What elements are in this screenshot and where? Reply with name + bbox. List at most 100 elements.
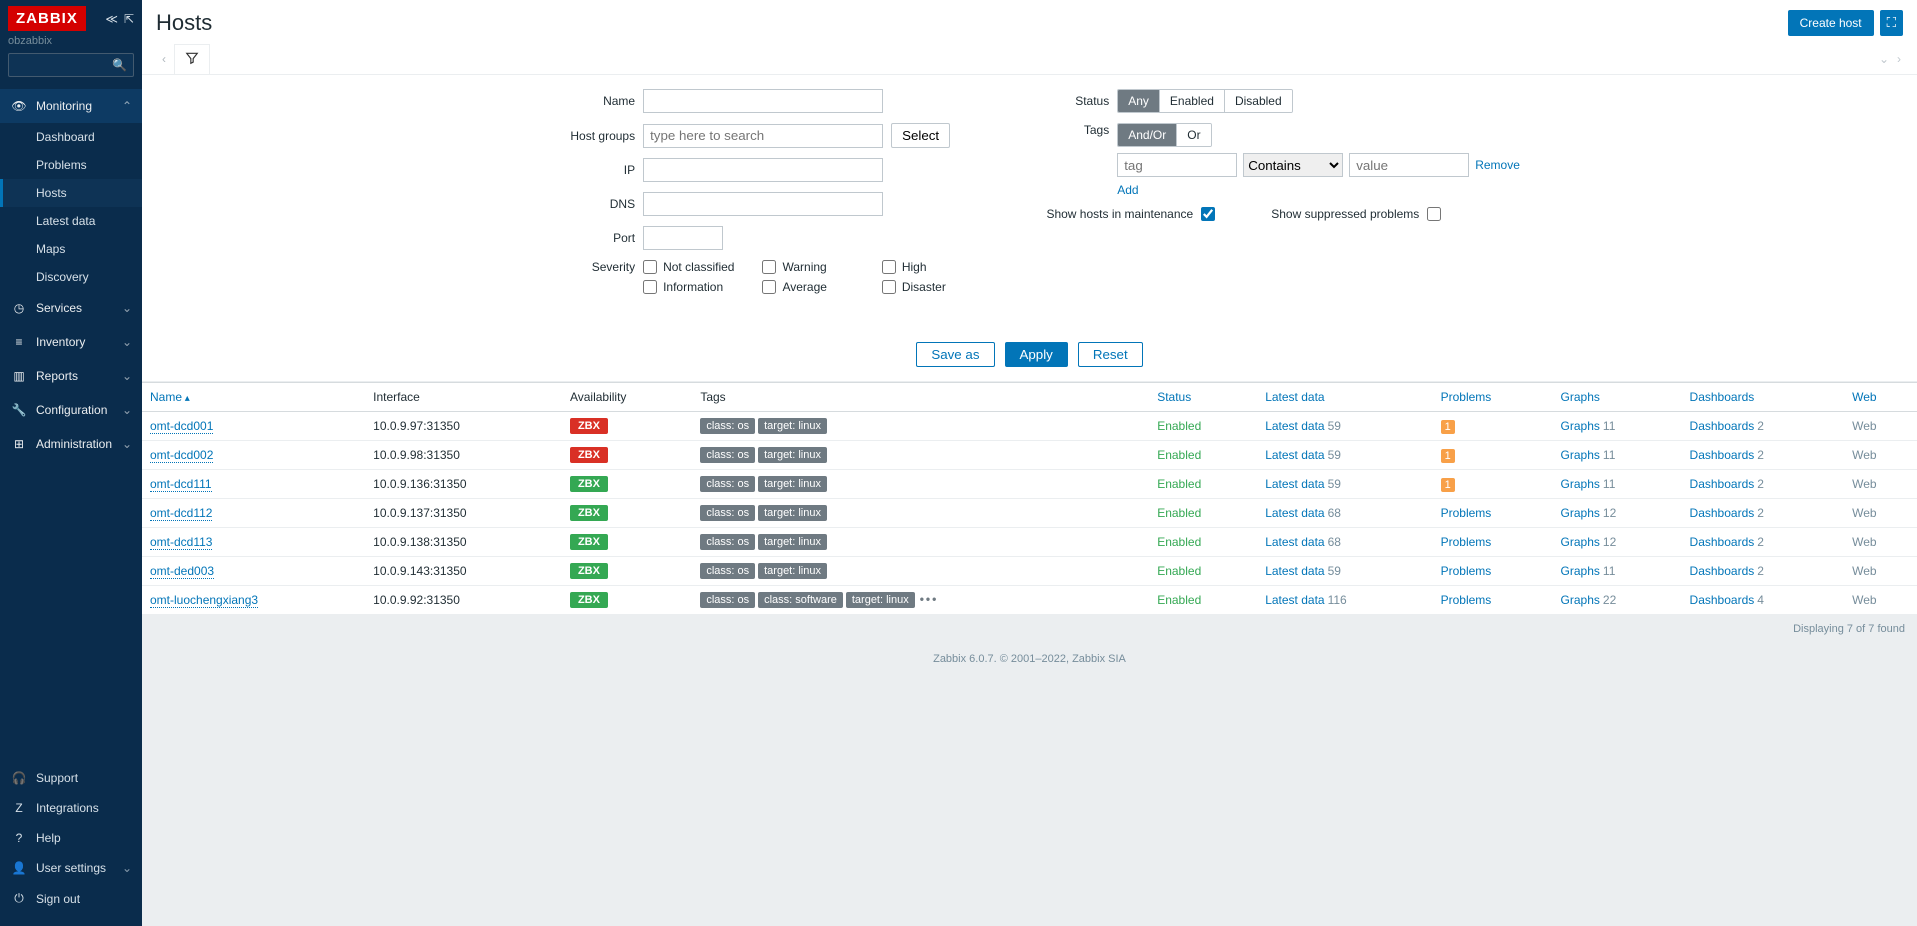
search-input[interactable] xyxy=(15,58,112,73)
latest-data-link[interactable]: Latest data xyxy=(1265,535,1324,549)
search-box[interactable]: 🔍 xyxy=(8,53,134,77)
tag-chip[interactable]: target: linux xyxy=(758,534,827,550)
filter-dns-input[interactable] xyxy=(643,192,883,216)
tag-chip[interactable]: class: os xyxy=(700,505,755,521)
tag-chip[interactable]: class: os xyxy=(700,563,755,579)
availability-badge[interactable]: ZBX xyxy=(570,418,608,434)
tag-chip[interactable]: target: linux xyxy=(758,505,827,521)
popout-icon[interactable]: ⇱ xyxy=(124,12,134,26)
nav-item-problems[interactable]: Problems xyxy=(0,151,142,179)
graphs-link[interactable]: Graphs xyxy=(1561,477,1600,491)
tags-logic-toggle[interactable]: And/OrOr xyxy=(1117,123,1211,147)
tag-chip[interactable]: target: linux xyxy=(758,563,827,579)
host-name-link[interactable]: omt-luochengxiang3 xyxy=(150,593,258,608)
host-name-link[interactable]: omt-dcd002 xyxy=(150,448,213,463)
problems-link[interactable]: Problems xyxy=(1441,564,1492,578)
nav-bottom-integrations[interactable]: ZIntegrations xyxy=(0,793,142,823)
availability-badge[interactable]: ZBX xyxy=(570,505,608,521)
nav-item-dashboard[interactable]: Dashboard xyxy=(0,123,142,151)
show-suppressed-checkbox[interactable] xyxy=(1427,207,1441,221)
dashboards-link[interactable]: Dashboards xyxy=(1690,564,1755,578)
graphs-link[interactable]: Graphs xyxy=(1561,506,1600,520)
filter-name-input[interactable] xyxy=(643,89,883,113)
severity-disaster-checkbox[interactable] xyxy=(882,280,896,294)
host-name-link[interactable]: omt-dcd001 xyxy=(150,419,213,434)
nav-group-services[interactable]: ◷Services⌄ xyxy=(0,291,142,325)
host-name-link[interactable]: omt-dcd113 xyxy=(150,535,212,550)
severity-high-checkbox[interactable] xyxy=(882,260,896,274)
severity-information-checkbox[interactable] xyxy=(643,280,657,294)
problems-link[interactable]: Problems xyxy=(1441,535,1492,549)
nav-group-administration[interactable]: ⊞Administration⌄ xyxy=(0,427,142,461)
graphs-link[interactable]: Graphs xyxy=(1561,593,1600,607)
graphs-link[interactable]: Graphs xyxy=(1561,564,1600,578)
nav-bottom-support[interactable]: 🎧Support xyxy=(0,763,142,793)
dashboards-link[interactable]: Dashboards xyxy=(1690,419,1755,433)
save-as-button[interactable]: Save as xyxy=(916,342,994,367)
dashboards-link[interactable]: Dashboards xyxy=(1690,506,1755,520)
tag-add-link[interactable]: Add xyxy=(1117,183,1138,197)
col-problems[interactable]: Problems xyxy=(1433,383,1553,412)
show-maint-checkbox[interactable] xyxy=(1201,207,1215,221)
availability-badge[interactable]: ZBX xyxy=(570,476,608,492)
problems-link[interactable]: Problems xyxy=(1441,593,1492,607)
tag-value-input[interactable] xyxy=(1349,153,1469,177)
nav-group-configuration[interactable]: 🔧Configuration⌄ xyxy=(0,393,142,427)
col-dashboards[interactable]: Dashboards xyxy=(1682,383,1845,412)
select-hostgroups-button[interactable]: Select xyxy=(891,123,950,148)
nav-item-latest-data[interactable]: Latest data xyxy=(0,207,142,235)
tag-remove-link[interactable]: Remove xyxy=(1475,158,1520,172)
host-name-link[interactable]: omt-dcd112 xyxy=(150,506,212,521)
apply-button[interactable]: Apply xyxy=(1005,342,1068,367)
dashboards-link[interactable]: Dashboards xyxy=(1690,448,1755,462)
nav-bottom-sign-out[interactable]: ⏻Sign out xyxy=(0,883,142,914)
latest-data-link[interactable]: Latest data xyxy=(1265,419,1324,433)
tag-chip[interactable]: target: linux xyxy=(758,418,827,434)
reset-button[interactable]: Reset xyxy=(1078,342,1143,367)
col-status[interactable]: Status xyxy=(1149,383,1257,412)
severity-warning-checkbox[interactable] xyxy=(762,260,776,274)
tags-logic-andor[interactable]: And/Or xyxy=(1118,124,1177,146)
tag-chip[interactable]: class: os xyxy=(700,476,755,492)
nav-bottom-user-settings[interactable]: 👤User settings⌄ xyxy=(0,853,142,883)
latest-data-link[interactable]: Latest data xyxy=(1265,593,1324,607)
status-option-any[interactable]: Any xyxy=(1118,90,1160,112)
filter-hostgroups-input[interactable] xyxy=(643,124,883,148)
tag-name-input[interactable] xyxy=(1117,153,1237,177)
nav-group-reports[interactable]: ▥Reports⌄ xyxy=(0,359,142,393)
latest-data-link[interactable]: Latest data xyxy=(1265,564,1324,578)
tag-chip[interactable]: class: os xyxy=(700,534,755,550)
search-icon[interactable]: 🔍 xyxy=(112,58,127,72)
latest-data-link[interactable]: Latest data xyxy=(1265,477,1324,491)
problems-badge[interactable]: 1 xyxy=(1441,478,1455,492)
col-latest-data[interactable]: Latest data xyxy=(1257,383,1432,412)
availability-badge[interactable]: ZBX xyxy=(570,563,608,579)
dashboards-link[interactable]: Dashboards xyxy=(1690,477,1755,491)
logo[interactable]: ZABBIX xyxy=(8,6,86,31)
graphs-link[interactable]: Graphs xyxy=(1561,535,1600,549)
tag-chip[interactable]: class: os xyxy=(700,447,755,463)
status-option-enabled[interactable]: Enabled xyxy=(1160,90,1225,112)
filter-port-input[interactable] xyxy=(643,226,723,250)
tags-logic-or[interactable]: Or xyxy=(1177,124,1210,146)
latest-data-link[interactable]: Latest data xyxy=(1265,506,1324,520)
host-name-link[interactable]: omt-ded003 xyxy=(150,564,214,579)
tag-chip[interactable]: class: os xyxy=(700,592,755,608)
latest-data-link[interactable]: Latest data xyxy=(1265,448,1324,462)
col-name[interactable]: Name xyxy=(142,383,365,412)
create-host-button[interactable]: Create host xyxy=(1788,10,1874,36)
nav-group-inventory[interactable]: ≡Inventory⌄ xyxy=(0,325,142,359)
fullscreen-button[interactable]: ⛶ xyxy=(1880,10,1903,36)
host-name-link[interactable]: omt-dcd111 xyxy=(150,477,212,492)
tag-operator-select[interactable]: Contains xyxy=(1243,153,1343,177)
dashboards-link[interactable]: Dashboards xyxy=(1690,535,1755,549)
tag-chip[interactable]: class: software xyxy=(758,592,843,608)
dashboards-link[interactable]: Dashboards xyxy=(1690,593,1755,607)
graphs-link[interactable]: Graphs xyxy=(1561,448,1600,462)
problems-badge[interactable]: 1 xyxy=(1441,420,1455,434)
chevron-down-icon[interactable]: ⌄ xyxy=(1875,46,1893,72)
severity-not-classified-checkbox[interactable] xyxy=(643,260,657,274)
filter-ip-input[interactable] xyxy=(643,158,883,182)
col-graphs[interactable]: Graphs xyxy=(1553,383,1682,412)
graphs-link[interactable]: Graphs xyxy=(1561,419,1600,433)
